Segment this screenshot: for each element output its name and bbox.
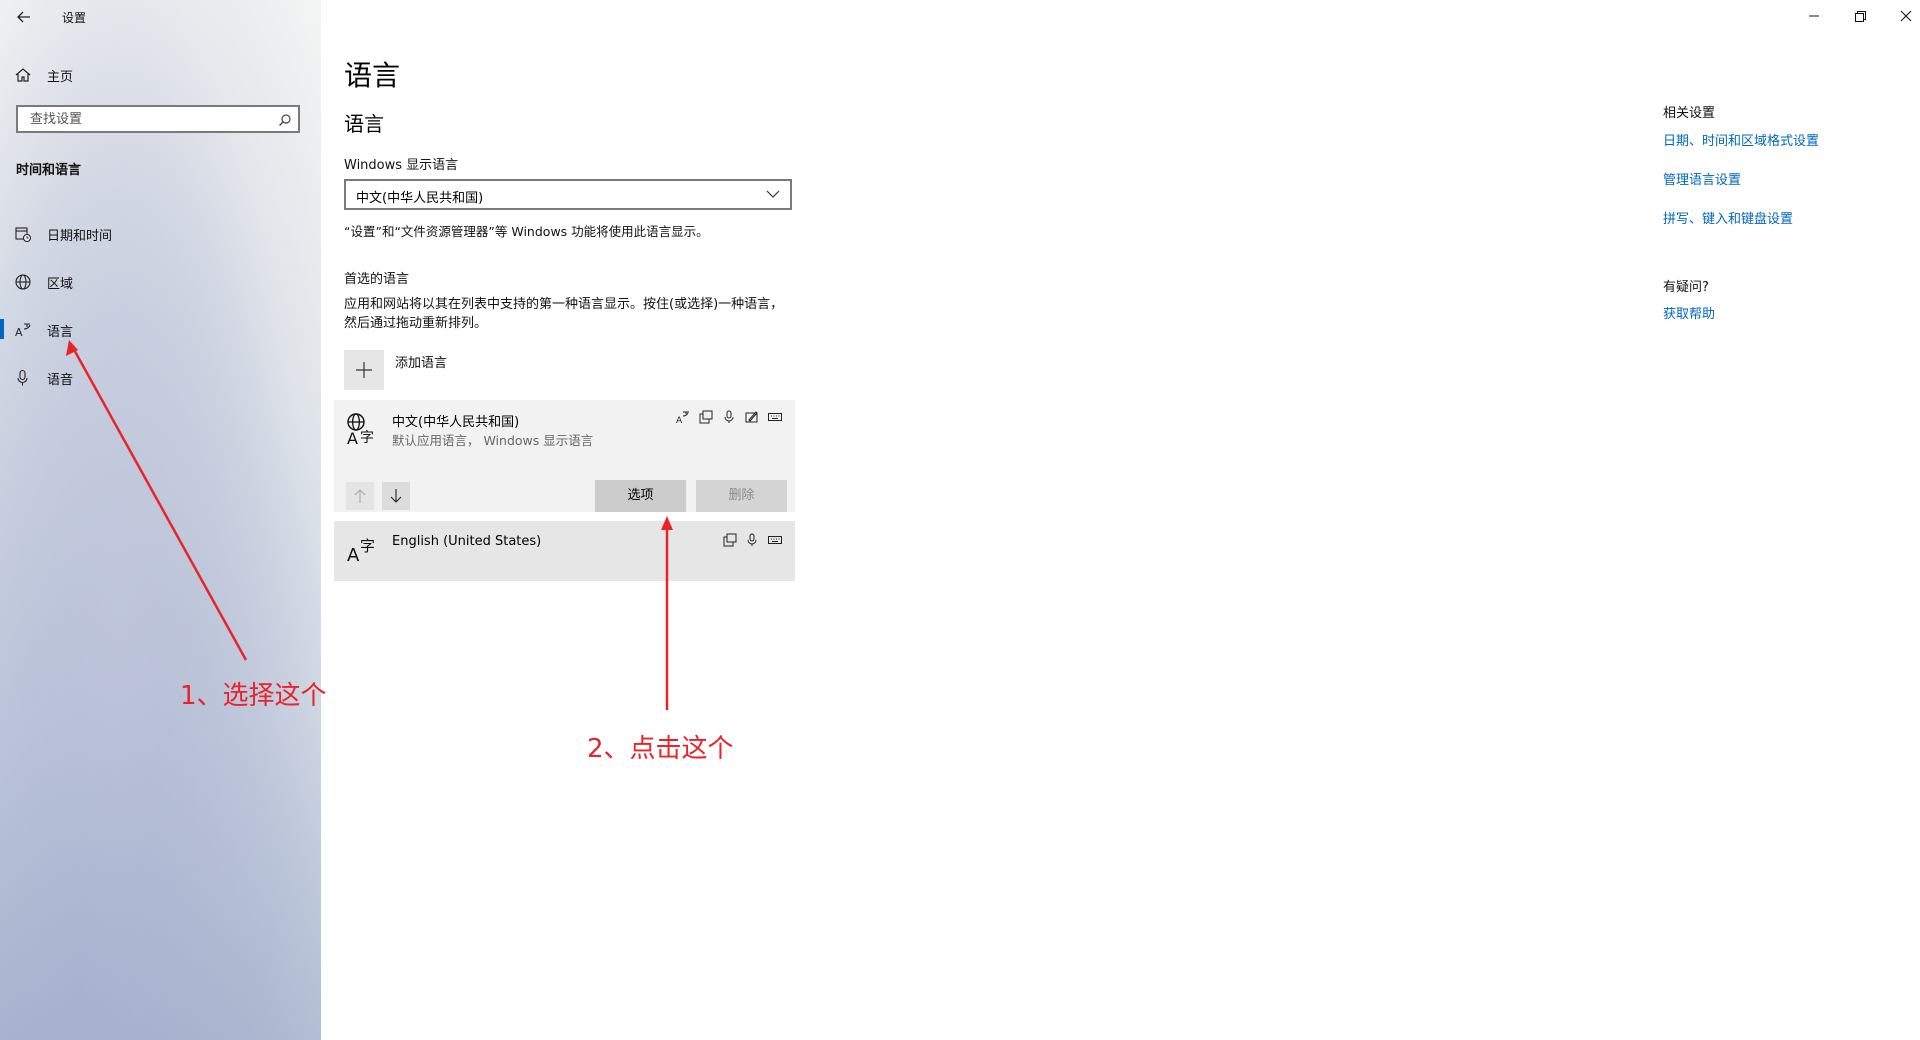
annotation-arrows [66,340,673,710]
annotation-arrow-1 [66,340,248,661]
annotation-arrow-2 [661,516,673,710]
annotation-step-2: 2、点击这个 [587,734,734,764]
annotation-step-1: 1、选择这个 [180,681,327,711]
